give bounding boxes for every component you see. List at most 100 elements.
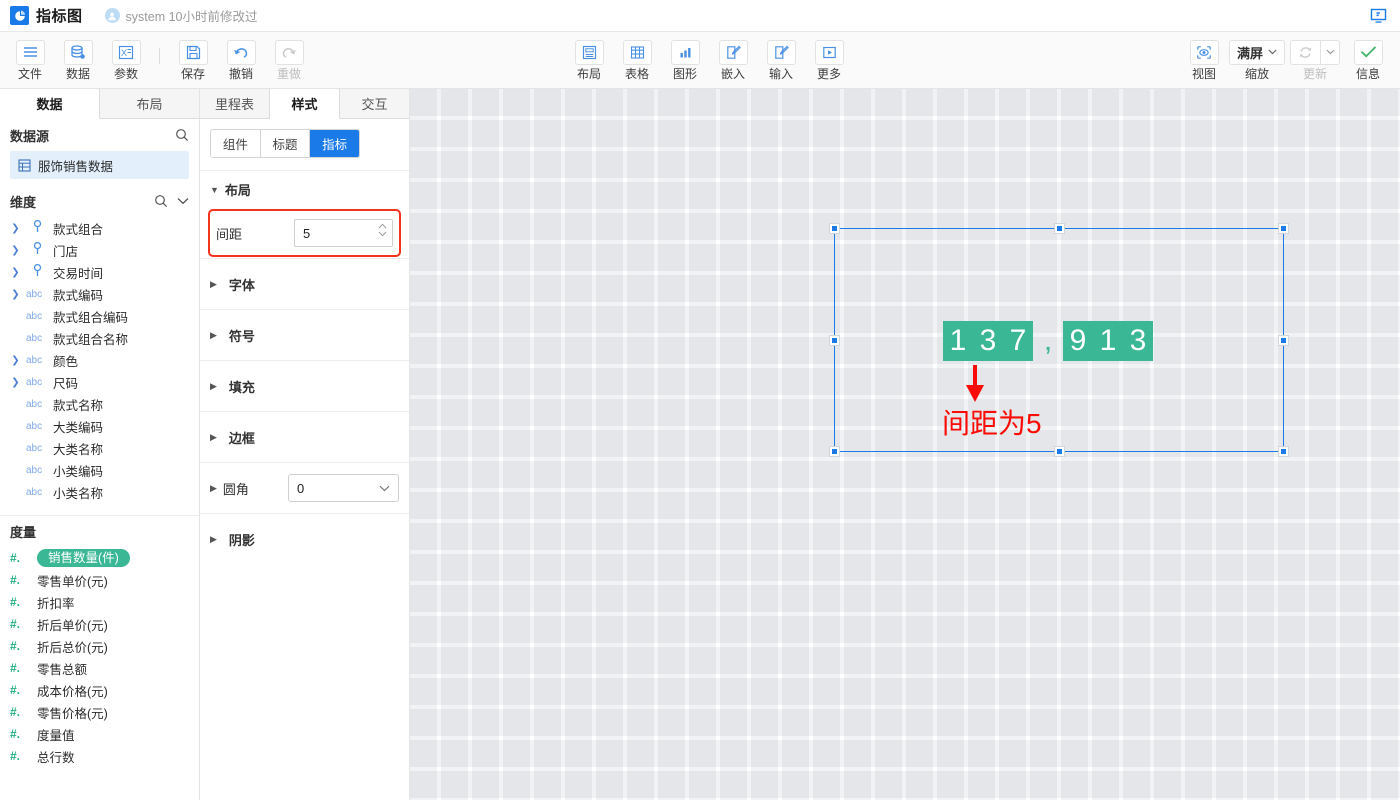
design-canvas[interactable]: 137,913 间距为5	[410, 89, 1400, 800]
datasource-header: 数据源	[0, 119, 199, 151]
measure-item[interactable]: #.销售数量(件)	[0, 547, 199, 569]
dimension-item[interactable]: ❯abc款式组合编码	[0, 305, 199, 327]
style-section-symbol-header[interactable]: ▶ 符号	[210, 310, 399, 360]
style-section-font-header[interactable]: ▶ 字体	[210, 259, 399, 309]
segment-title[interactable]: 标题	[261, 130, 311, 157]
resize-handle-top-left[interactable]	[830, 224, 839, 233]
resize-handle-middle-left[interactable]	[830, 336, 839, 345]
style-section-fill-header[interactable]: ▶ 填充	[210, 361, 399, 411]
measure-item[interactable]: #.折扣率	[0, 591, 199, 613]
refresh-dropdown-caret[interactable]	[1320, 40, 1340, 65]
measure-item[interactable]: #.折后单价(元)	[0, 613, 199, 635]
resize-handle-middle-right[interactable]	[1279, 336, 1288, 345]
chevron-down-icon[interactable]	[177, 197, 189, 205]
tab-layout[interactable]: 布局	[100, 89, 199, 118]
check-mark-icon	[1354, 40, 1383, 65]
dimension-item[interactable]: ❯abc大类编码	[0, 415, 199, 437]
toolbar-graph-button[interactable]: 图形	[661, 40, 709, 81]
toolbar-param-button[interactable]: X 参数	[102, 40, 150, 81]
toolbar-chart-table-label: 表格	[625, 67, 649, 81]
segment-indicator-label: 指标	[322, 138, 347, 152]
toolbar-info-button[interactable]: 信息	[1344, 40, 1392, 81]
measure-item[interactable]: #.零售总额	[0, 657, 199, 679]
dimension-item-label: 尺码	[53, 373, 78, 392]
radius-label-wrap[interactable]: ▶ 圆角	[210, 479, 288, 498]
search-icon[interactable]	[154, 194, 168, 208]
chevron-right-icon[interactable]: ❯	[10, 289, 21, 300]
chevron-right-icon[interactable]: ❯	[10, 223, 21, 234]
tab-data[interactable]: 数据	[0, 89, 100, 119]
dimension-item[interactable]: ❯abc款式编码	[0, 283, 199, 305]
tab-interaction[interactable]: 交互	[340, 89, 409, 118]
toolbar-refresh-control[interactable]: 更新	[1286, 40, 1344, 81]
toolbar-redo-button[interactable]: 重做	[265, 40, 313, 81]
zoom-select[interactable]: 满屏	[1229, 40, 1285, 65]
search-icon[interactable]	[175, 128, 189, 142]
dimension-item[interactable]: ❯abc小类编码	[0, 459, 199, 481]
document-modified-text: system 10小时前修改过	[126, 6, 258, 25]
style-section-layout-header[interactable]: ▼ 布局	[210, 171, 399, 208]
dimension-item[interactable]: ❯abc颜色	[0, 349, 199, 371]
toolbar-input-button[interactable]: 输入	[757, 40, 805, 81]
kpi-value-display[interactable]: 137,913	[943, 321, 1153, 361]
chevron-right-icon[interactable]: ❯	[10, 355, 21, 366]
dimension-item[interactable]: ❯abc小类名称	[0, 481, 199, 503]
measure-item[interactable]: #.总行数	[0, 745, 199, 767]
resize-handle-top-right[interactable]	[1279, 224, 1288, 233]
kpi-digit: 1	[943, 321, 973, 361]
style-section-shadow-header[interactable]: ▶ 阴影	[210, 514, 399, 564]
dimension-item[interactable]: ❯abc款式组合名称	[0, 327, 199, 349]
present-monitor-icon[interactable]	[1366, 4, 1390, 28]
toolbar-embed-button[interactable]: 嵌入	[709, 40, 757, 81]
toolbar-file-button[interactable]: 文件	[6, 40, 54, 81]
segment-indicator[interactable]: 指标	[310, 130, 359, 157]
measure-item[interactable]: #.折后总价(元)	[0, 635, 199, 657]
datasource-item-clothing-sales[interactable]: 服饰销售数据	[10, 151, 189, 179]
dimension-item[interactable]: ❯abc款式名称	[0, 393, 199, 415]
datasource-header-label: 数据源	[10, 126, 49, 145]
dimension-item[interactable]: ❯abc大类名称	[0, 437, 199, 459]
toolbar-undo-button[interactable]: 撤销	[217, 40, 265, 81]
spinner-up-down-icon[interactable]	[378, 223, 387, 237]
measure-item[interactable]: #.度量值	[0, 723, 199, 745]
abc-field-icon: abc	[26, 443, 48, 454]
chevron-right-icon[interactable]: ❯	[10, 245, 21, 256]
dimension-item[interactable]: ❯款式组合	[0, 217, 199, 239]
toolbar-table-button[interactable]: 表格	[613, 40, 661, 81]
resize-handle-bottom-left[interactable]	[830, 447, 839, 456]
toolbar-data-button[interactable]: 数据	[54, 40, 102, 81]
toolbar-layout-button[interactable]: 布局	[565, 40, 613, 81]
numeric-field-icon: #.	[10, 749, 32, 763]
spacing-input[interactable]: 5	[294, 219, 393, 247]
chevron-down-icon	[1268, 49, 1277, 55]
resize-handle-bottom-center[interactable]	[1055, 447, 1064, 456]
tab-odometer[interactable]: 里程表	[200, 89, 270, 118]
measure-item[interactable]: #.零售价格(元)	[0, 701, 199, 723]
resize-handle-top-center[interactable]	[1055, 224, 1064, 233]
resize-handle-bottom-right[interactable]	[1279, 447, 1288, 456]
dimension-item[interactable]: ❯门店	[0, 239, 199, 261]
triangle-right-icon: ▶	[210, 534, 217, 545]
segment-component[interactable]: 组件	[211, 130, 261, 157]
undo-arrow-icon	[227, 40, 256, 65]
abc-field-icon: abc	[26, 311, 48, 322]
chevron-right-icon[interactable]: ❯	[10, 267, 21, 278]
toolbar-view-label: 视图	[1192, 67, 1216, 81]
refresh-combo[interactable]	[1290, 40, 1340, 65]
toolbar-save-button[interactable]: 保存	[169, 40, 217, 81]
toolbar-view-button[interactable]: 视图	[1180, 40, 1228, 81]
radius-select[interactable]: 0	[288, 474, 399, 502]
triangle-right-icon: ▶	[210, 483, 217, 494]
measure-item[interactable]: #.零售单价(元)	[0, 569, 199, 591]
dimension-item[interactable]: ❯交易时间	[0, 261, 199, 283]
chevron-right-icon[interactable]: ❯	[10, 377, 21, 388]
dimensions-list[interactable]: ❯款式组合❯门店❯交易时间❯abc款式编码❯abc款式组合编码❯abc款式组合名…	[0, 217, 199, 515]
toolbar-zoom-control[interactable]: 满屏 缩放	[1228, 40, 1286, 81]
dimension-item[interactable]: ❯abc尺码	[0, 371, 199, 393]
refresh-circle-icon[interactable]	[1290, 40, 1320, 65]
tab-style[interactable]: 样式	[270, 89, 340, 119]
style-section-border-header[interactable]: ▶ 边框	[210, 412, 399, 462]
measures-list[interactable]: #.销售数量(件)#.零售单价(元)#.折扣率#.折后单价(元)#.折后总价(元…	[0, 547, 199, 767]
measure-item[interactable]: #.成本价格(元)	[0, 679, 199, 701]
toolbar-more-button[interactable]: 更多	[805, 40, 853, 81]
